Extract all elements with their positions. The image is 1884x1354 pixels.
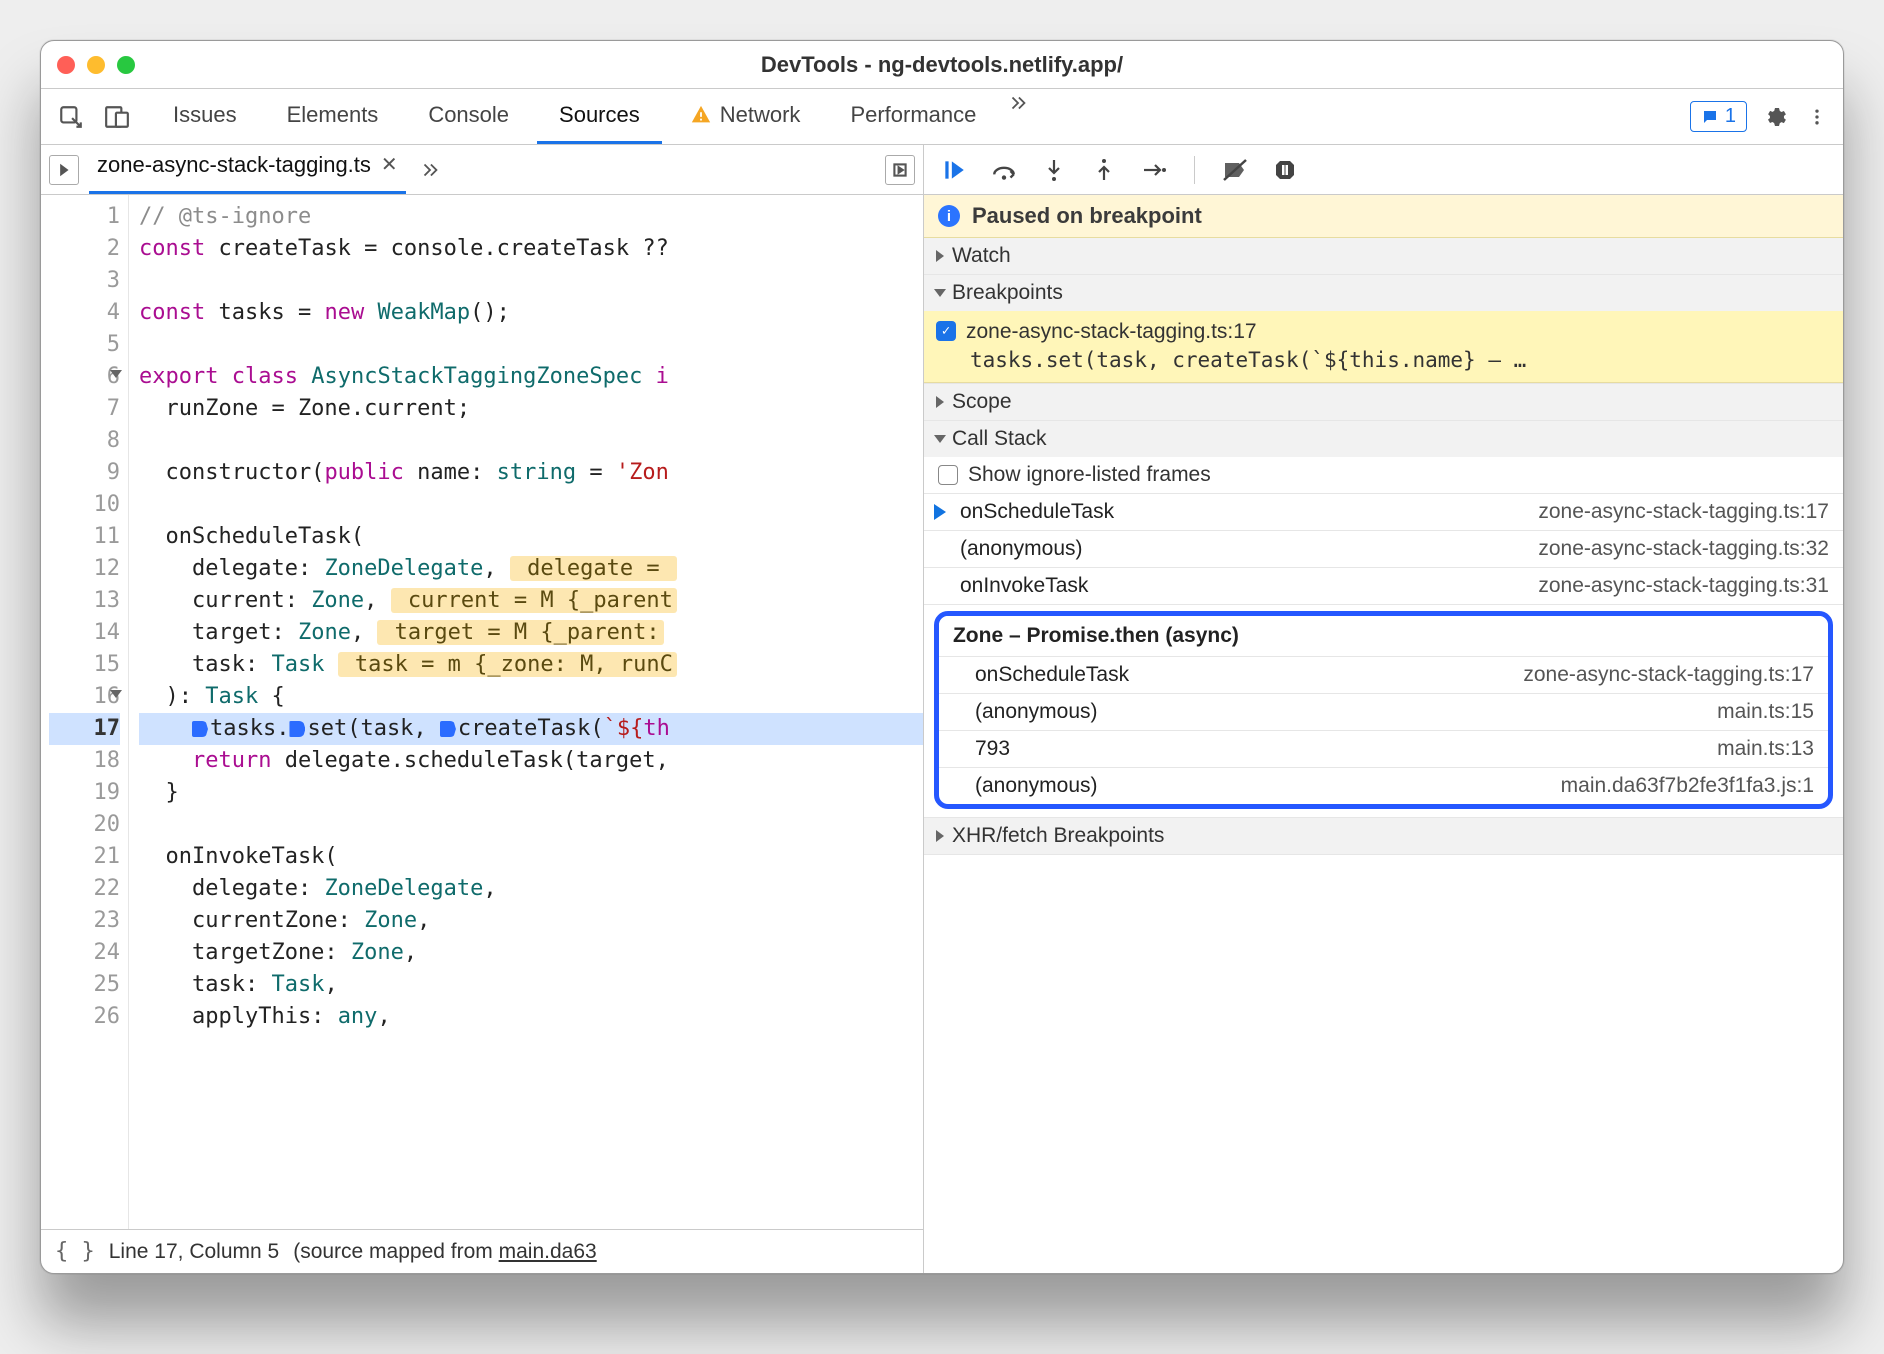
tab-elements[interactable]: Elements <box>265 89 401 144</box>
main-toolbar: Issues Elements Console Sources Network … <box>41 89 1843 145</box>
main-tabs: Issues Elements Console Sources Network … <box>151 89 1680 144</box>
step-out-icon[interactable] <box>1090 156 1118 184</box>
more-menu-icon[interactable] <box>1803 103 1831 131</box>
chat-icon <box>1701 108 1719 126</box>
pause-on-exceptions-icon[interactable] <box>1271 156 1299 184</box>
settings-icon[interactable] <box>1761 103 1789 131</box>
call-stack-frame[interactable]: onScheduleTaskzone-async-stack-tagging.t… <box>924 494 1843 531</box>
call-stack-frame[interactable]: onInvokeTaskzone-async-stack-tagging.ts:… <box>924 568 1843 605</box>
open-file-tab[interactable]: zone-async-stack-tagging.ts ✕ <box>89 146 406 194</box>
watch-section[interactable]: Watch <box>924 238 1843 275</box>
tab-sources[interactable]: Sources <box>537 89 662 144</box>
breakpoints-section[interactable]: Breakpoints ✓ zone-async-stack-tagging.t… <box>924 275 1843 384</box>
device-toggle-icon[interactable] <box>99 99 135 135</box>
step-over-icon[interactable] <box>990 156 1018 184</box>
messages-pill[interactable]: 1 <box>1690 101 1747 132</box>
line-gutter: 1234567891011121314151617181920212223242… <box>41 195 129 1229</box>
breakpoint-file: zone-async-stack-tagging.ts:17 <box>966 320 1257 343</box>
close-icon[interactable] <box>57 56 75 74</box>
tab-network[interactable]: Network <box>668 89 823 144</box>
titlebar: DevTools - ng-devtools.netlify.app/ <box>41 41 1843 89</box>
pause-banner: i Paused on breakpoint <box>924 195 1843 238</box>
close-icon[interactable]: ✕ <box>381 152 398 177</box>
more-open-files-icon[interactable] <box>416 156 444 184</box>
minimize-icon[interactable] <box>87 56 105 74</box>
source-map-info: (source mapped from main.da63 <box>293 1240 597 1264</box>
code-editor[interactable]: 1234567891011121314151617181920212223242… <box>41 195 923 1229</box>
code-area[interactable]: // @ts-ignoreconst createTask = console.… <box>129 195 923 1229</box>
tab-console[interactable]: Console <box>406 89 531 144</box>
checkbox-icon[interactable] <box>938 465 958 485</box>
window-title: DevTools - ng-devtools.netlify.app/ <box>761 52 1123 78</box>
call-stack-frame[interactable]: (anonymous)main.ts:15 <box>939 694 1828 731</box>
breakpoint-item[interactable]: ✓ zone-async-stack-tagging.ts:17 tasks.s… <box>924 311 1843 383</box>
pretty-print-icon[interactable]: { } <box>55 1239 95 1264</box>
async-group-title: Zone – Promise.then (async) <box>939 616 1828 657</box>
async-stack-group: Zone – Promise.then (async) onScheduleTa… <box>934 611 1833 809</box>
breakpoint-snippet: tasks.set(task, createTask(`${this.name}… <box>966 348 1829 372</box>
call-stack-frame[interactable]: onScheduleTaskzone-async-stack-tagging.t… <box>939 657 1828 694</box>
call-stack-section: Call Stack Show ignore-listed frames onS… <box>924 421 1843 818</box>
xhr-breakpoints-section[interactable]: XHR/fetch Breakpoints <box>924 818 1843 855</box>
editor-statusbar: { } Line 17, Column 5 (source mapped fro… <box>41 1229 923 1273</box>
step-into-icon[interactable] <box>1040 156 1068 184</box>
debugger-toolbar <box>924 145 1843 195</box>
call-stack-frame[interactable]: (anonymous)main.da63f7b2fe3f1fa3.js:1 <box>939 768 1828 804</box>
checkbox-icon[interactable]: ✓ <box>936 321 956 341</box>
cursor-position: Line 17, Column 5 <box>109 1240 279 1264</box>
resume-icon[interactable] <box>940 156 968 184</box>
tab-issues[interactable]: Issues <box>151 89 259 144</box>
deactivate-breakpoints-icon[interactable] <box>1221 156 1249 184</box>
open-files-bar: zone-async-stack-tagging.ts ✕ <box>41 145 923 195</box>
tab-performance[interactable]: Performance <box>828 89 998 144</box>
devtools-window: DevTools - ng-devtools.netlify.app/ Issu… <box>40 40 1844 1274</box>
source-map-link[interactable]: main.da63 <box>499 1240 597 1263</box>
open-file-name: zone-async-stack-tagging.ts <box>97 152 371 178</box>
warning-icon <box>690 104 712 126</box>
more-tabs-icon[interactable] <box>1004 89 1032 117</box>
call-stack-frame[interactable]: (anonymous)zone-async-stack-tagging.ts:3… <box>924 531 1843 568</box>
inspect-element-icon[interactable] <box>53 99 89 135</box>
call-stack-frame[interactable]: 793main.ts:13 <box>939 731 1828 768</box>
info-icon: i <box>938 205 960 227</box>
scope-section[interactable]: Scope <box>924 384 1843 421</box>
zoom-icon[interactable] <box>117 56 135 74</box>
debugger-pane-toggle-icon[interactable] <box>885 155 915 185</box>
step-icon[interactable] <box>1140 156 1168 184</box>
show-ignore-listed-toggle[interactable]: Show ignore-listed frames <box>924 457 1843 494</box>
navigator-toggle-icon[interactable] <box>49 155 79 185</box>
